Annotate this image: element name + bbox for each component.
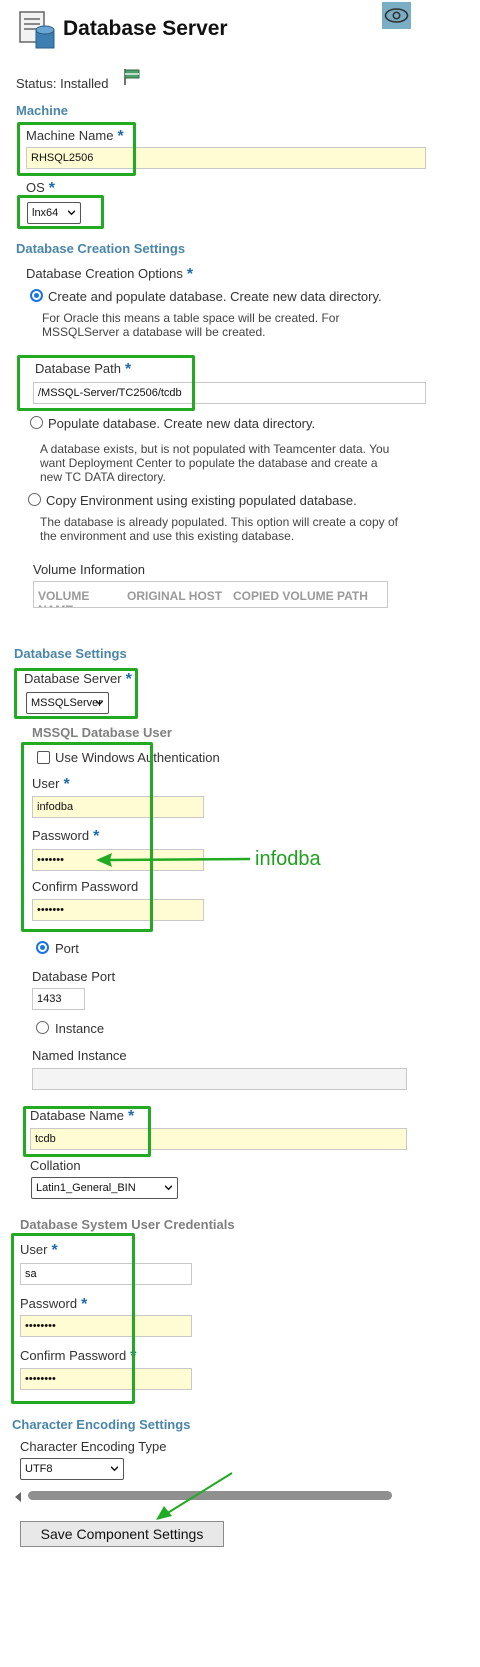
database-server-icon	[18, 10, 58, 50]
encoding-section-title: Character Encoding Settings	[12, 1417, 191, 1432]
highlight-mssql-user	[21, 742, 153, 932]
named-instance-label: Named Instance	[32, 1048, 127, 1063]
db-creation-options-label: Database Creation Options *	[26, 266, 194, 283]
scroll-left-arrow[interactable]	[14, 1490, 22, 1502]
volume-information-label: Volume Information	[33, 562, 146, 577]
status-flag-icon	[122, 68, 142, 86]
radio-port[interactable]	[36, 941, 49, 954]
volume-information-table: VOLUME NAME ORIGINAL HOST COPIED VOLUME …	[33, 581, 388, 608]
database-server-page: Database Server Status: Installed Machin…	[0, 0, 480, 1667]
option-populate-label: Populate database. Create new data direc…	[48, 416, 316, 431]
save-component-settings-button[interactable]: Save Component Settings	[20, 1521, 224, 1547]
radio-instance[interactable]	[36, 1021, 49, 1034]
option-copy-label: Copy Environment using existing populate…	[46, 493, 357, 508]
machine-section-title: Machine	[16, 103, 69, 118]
encoding-type-select[interactable]: UTF8	[20, 1458, 124, 1480]
arrow-annotation-icon	[94, 850, 252, 868]
highlight-db-path	[17, 355, 195, 411]
highlight-machine-name	[17, 122, 136, 176]
option-create-label: Create and populate database. Create new…	[48, 289, 382, 304]
page-title: Database Server	[63, 17, 228, 40]
arrow-annotation-icon	[152, 1470, 236, 1522]
radio-create-populate[interactable]	[30, 289, 43, 302]
instance-option-label: Instance	[55, 1021, 105, 1036]
collation-select[interactable]: Latin1_General_BIN	[31, 1177, 178, 1199]
eye-icon[interactable]	[382, 2, 411, 29]
named-instance-field[interactable]	[32, 1068, 407, 1090]
mssql-user-title: MSSQL Database User	[32, 725, 172, 740]
encoding-type-label: Character Encoding Type	[20, 1439, 167, 1454]
highlight-db-name	[23, 1106, 151, 1157]
highlight-system-user	[11, 1233, 135, 1404]
chevron-down-icon	[165, 1185, 172, 1191]
port-option-label: Port	[55, 941, 79, 956]
annotation-text: infodba	[255, 848, 321, 870]
volume-col-original-host: ORIGINAL HOST	[127, 589, 223, 603]
highlight-os	[17, 195, 104, 229]
option-copy-desc: The database is already populated. This …	[40, 515, 398, 543]
collation-label: Collation	[30, 1158, 81, 1173]
radio-populate[interactable]	[30, 416, 43, 429]
db-settings-section-title: Database Settings	[14, 646, 127, 661]
system-user-section-title: Database System User Credentials	[20, 1217, 235, 1232]
volume-col-name: VOLUME NAME	[38, 589, 90, 607]
db-port-label: Database Port	[32, 969, 116, 984]
highlight-db-server	[14, 668, 138, 719]
volume-col-copied-path: COPIED VOLUME PATH	[233, 589, 368, 603]
option-populate-desc: A database exists, but is not populated …	[40, 442, 390, 484]
db-creation-section-title: Database Creation Settings	[16, 241, 186, 256]
db-port-field[interactable]: 1433	[32, 988, 85, 1010]
status-text: Status: Installed	[16, 76, 109, 91]
chevron-down-icon	[111, 1466, 118, 1472]
option-create-desc: For Oracle this means a table space will…	[42, 311, 340, 339]
radio-copy-environment[interactable]	[28, 493, 41, 506]
